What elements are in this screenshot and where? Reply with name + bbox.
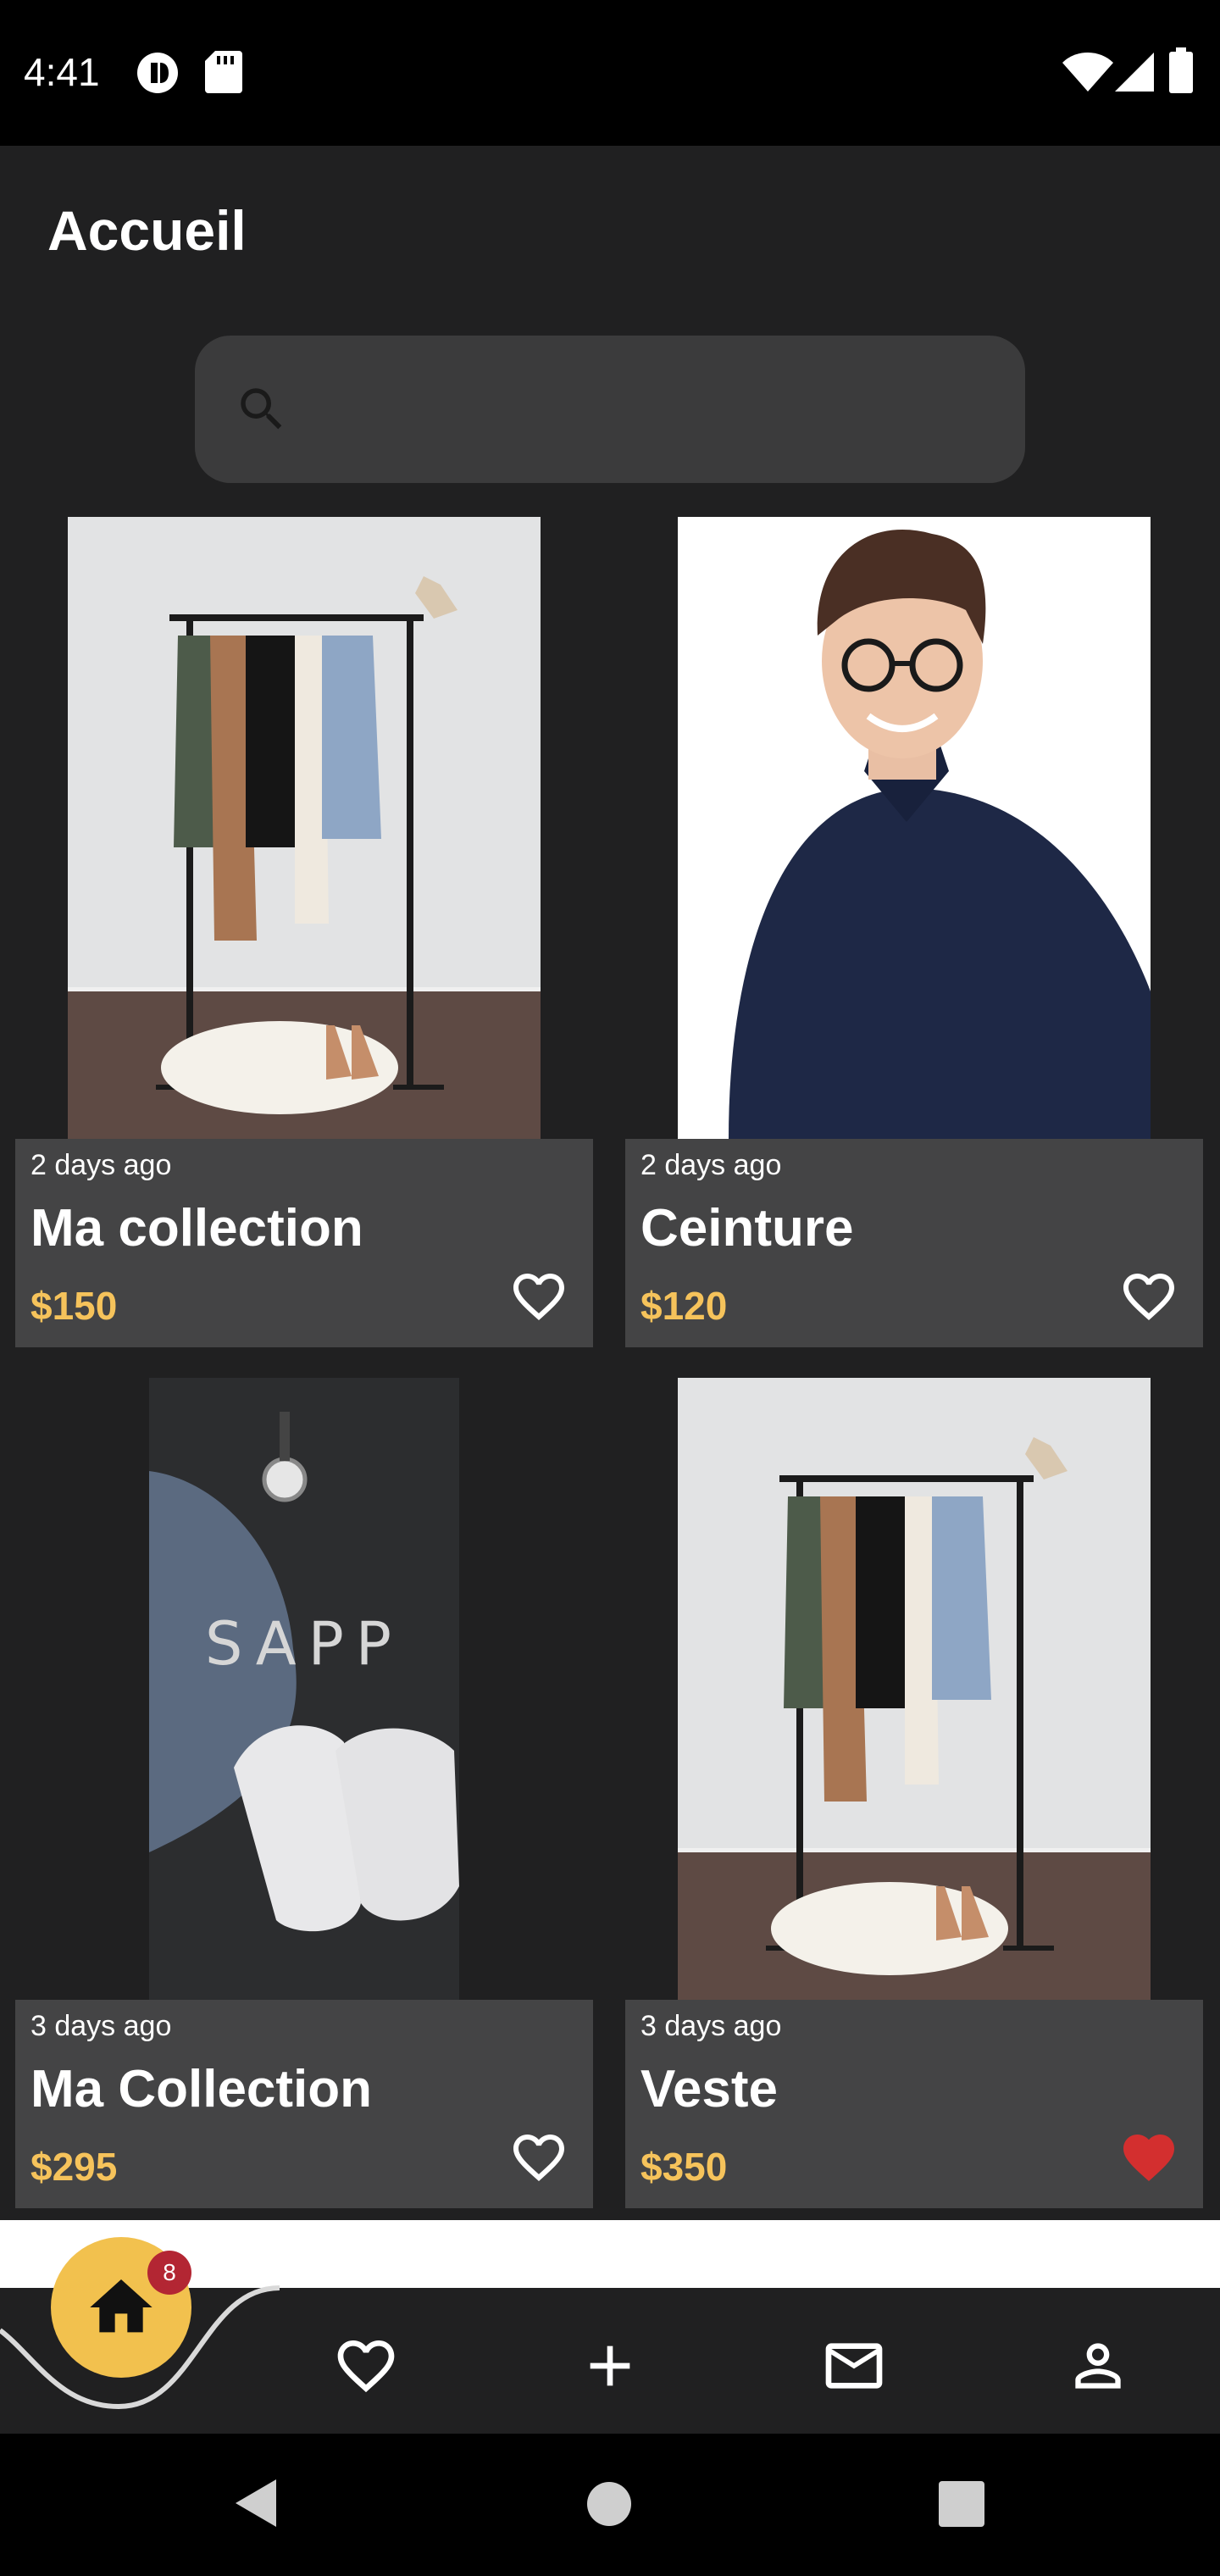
product-info: 2 days ago Ceinture $120 <box>625 1139 1203 1347</box>
wifi-icon <box>1062 53 1113 96</box>
sapp-jeans-sneakers-photo: SAPP <box>149 1378 459 2000</box>
product-name: Veste <box>640 2060 779 2118</box>
home-icon <box>90 2279 152 2333</box>
product-card[interactable]: 2 days ago Ceinture $120 <box>625 517 1203 1347</box>
clothes-rack-photo <box>68 517 541 1139</box>
sapp-logo-text: SAPP <box>205 1609 403 1679</box>
product-name: Ma Collection <box>30 2060 373 2118</box>
product-name: Ma collection <box>30 1199 363 1257</box>
product-price: $150 <box>30 1284 118 1328</box>
product-price: $295 <box>30 2145 118 2189</box>
man-portrait-photo <box>678 517 1151 1139</box>
product-info: 3 days ago Ma Collection $295 <box>15 2000 593 2208</box>
product-price: $120 <box>640 1284 728 1328</box>
person-icon[interactable] <box>1064 2332 1132 2400</box>
battery-icon <box>1169 47 1193 97</box>
page-title: Accueil <box>47 199 247 262</box>
mail-icon[interactable] <box>820 2332 888 2400</box>
product-card[interactable]: SAPP 3 days ago Ma Collection $295 <box>15 1378 593 2208</box>
heart-outline-icon[interactable] <box>1115 1266 1183 1327</box>
heart-icon[interactable] <box>332 2332 400 2400</box>
recents-icon[interactable] <box>939 2481 984 2527</box>
search-input[interactable] <box>195 336 1025 483</box>
system-navigation-bar <box>0 2434 1220 2576</box>
product-info: 3 days ago Veste $350 <box>625 2000 1203 2208</box>
plus-icon[interactable] <box>576 2332 644 2400</box>
back-icon[interactable] <box>232 2478 280 2529</box>
cell-signal-icon <box>1115 53 1154 96</box>
app-content: Accueil 2 days ago Ma collection $150 2 … <box>0 146 1220 2434</box>
heart-outline-icon[interactable] <box>505 2127 573 2188</box>
time-ago: 2 days ago <box>30 1149 172 1181</box>
time-ago: 3 days ago <box>640 2010 782 2042</box>
status-time: 4:41 <box>24 50 100 94</box>
product-name: Ceinture <box>640 1199 854 1257</box>
product-card[interactable]: 2 days ago Ma collection $150 <box>15 517 593 1347</box>
time-ago: 3 days ago <box>30 2010 172 2042</box>
product-price: $350 <box>640 2145 728 2189</box>
heart-outline-icon[interactable] <box>505 1266 573 1327</box>
search-icon <box>241 388 282 430</box>
product-card[interactable]: 3 days ago Veste $350 <box>625 1378 1203 2208</box>
notification-badge: 8 <box>147 2251 191 2295</box>
sd-card-icon <box>205 51 242 97</box>
home-system-icon[interactable] <box>586 2481 632 2527</box>
app-notification-icon <box>136 51 180 99</box>
product-info: 2 days ago Ma collection $150 <box>15 1139 593 1347</box>
heart-filled-icon[interactable] <box>1115 2127 1183 2188</box>
clothes-rack-photo <box>678 1378 1151 2000</box>
time-ago: 2 days ago <box>640 1149 782 1181</box>
status-bar: 4:41 <box>0 0 1220 146</box>
